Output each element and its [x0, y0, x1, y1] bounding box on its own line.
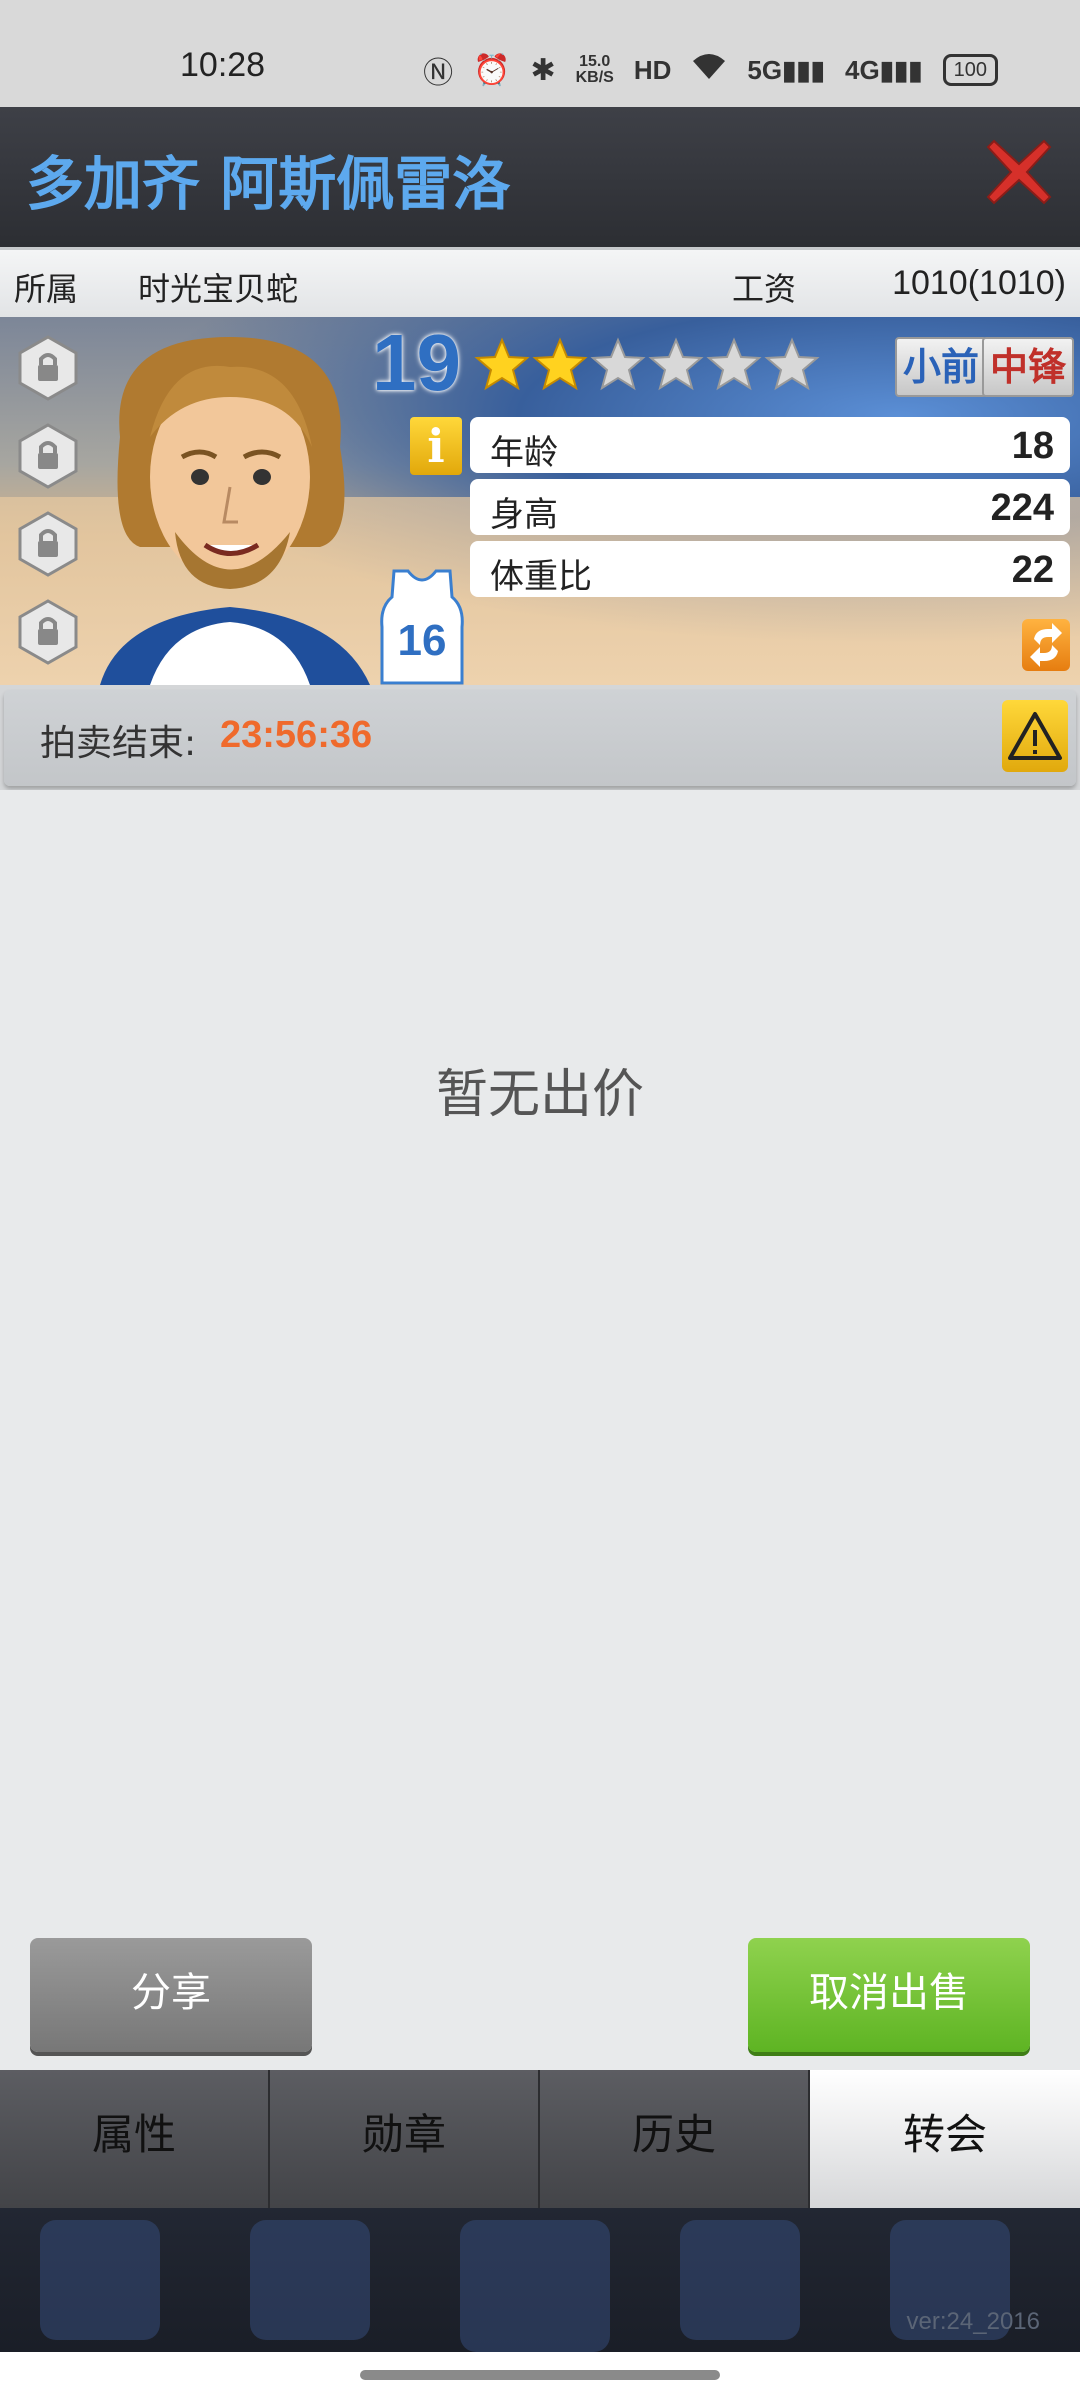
tab-medals[interactable]: 勋章 — [270, 2070, 540, 2208]
stat-value: 224 — [990, 487, 1054, 529]
auction-countdown: 23:56:36 — [220, 714, 373, 756]
net-speed-unit: KB/S — [575, 69, 614, 86]
stat-label: 身高 — [490, 495, 558, 535]
info-icon: i — [427, 419, 445, 473]
version-label: ver:24_2016 — [906, 2308, 1040, 2335]
star-empty-icon — [764, 337, 820, 391]
refresh-icon — [1030, 623, 1062, 667]
no-bids-text: 暂无出价 — [435, 1065, 644, 1125]
warning-icon — [1008, 712, 1062, 760]
battery-icon: 100 — [942, 54, 998, 86]
star-empty-icon — [706, 337, 762, 391]
tab-attributes[interactable]: 属性 — [0, 2070, 270, 2208]
detail-tabs: 属性 勋章 历史 转会 — [0, 2070, 1080, 2208]
home-indicator[interactable] — [360, 2370, 720, 2380]
net-speed-value: 15.0 — [579, 53, 611, 70]
cancel-sale-button[interactable]: 取消出售 — [748, 1938, 1030, 2052]
stat-value: 22 — [1011, 549, 1054, 591]
star-rating — [474, 337, 820, 393]
stat-weight-ratio: 体重比 22 — [470, 541, 1070, 597]
stat-label: 体重比 — [490, 557, 592, 597]
lock-icon[interactable] — [16, 511, 80, 577]
team-label: 所属 — [14, 270, 79, 308]
status-bar: 10:28 Ⓝ ⏰ ✱ 15.0 KB/S HD 5G▮▮▮ 4G▮▮▮ 100 — [0, 0, 1080, 107]
title-bar: 多加齐 阿斯佩雷洛 — [0, 107, 1080, 247]
nav-ghost-icon — [460, 2220, 610, 2352]
jersey-icon: 16 — [380, 569, 464, 685]
bluetooth-icon: ✱ — [530, 52, 556, 88]
share-button[interactable]: 分享 — [30, 1938, 312, 2052]
stat-label: 年龄 — [490, 433, 558, 473]
tab-transfer[interactable]: 转会 — [810, 2070, 1080, 2208]
auction-status-bar: 拍卖结束: 23:56:36 — [4, 690, 1076, 786]
nav-ghost-icon — [680, 2220, 800, 2340]
tab-history[interactable]: 历史 — [540, 2070, 810, 2208]
team-value: 时光宝贝蛇 — [138, 270, 299, 308]
position-badge-c: 中锋 — [982, 337, 1075, 397]
alarm-icon: ⏰ — [473, 52, 511, 88]
net-speed: 15.0 KB/S — [576, 54, 614, 86]
jersey-number: 16 — [398, 616, 447, 665]
star-empty-icon — [648, 337, 704, 391]
player-card: 16 19 小前 中锋 i 年龄 18 身高 224 体重比 22 — [0, 317, 1080, 685]
player-avatar — [100, 337, 370, 685]
gesture-bar — [0, 2352, 1080, 2400]
nfc-icon: Ⓝ — [423, 56, 454, 91]
player-info-row: 所属 时光宝贝蛇 工资 1010(1010) — [0, 247, 1080, 317]
lock-icon[interactable] — [16, 423, 80, 489]
close-button[interactable] — [984, 137, 1054, 207]
position-badge-sf: 小前 — [895, 337, 988, 397]
main-nav-background: ver:24_2016 — [0, 2208, 1080, 2352]
status-time: 10:28 — [180, 46, 266, 84]
nav-ghost-icon — [250, 2220, 370, 2340]
stat-age: 年龄 18 — [470, 417, 1070, 473]
auction-end-label: 拍卖结束: — [40, 723, 197, 764]
skill-slots — [16, 335, 80, 665]
stat-value: 18 — [1011, 425, 1054, 467]
star-filled-icon — [474, 337, 530, 391]
signal-5g-label: 5G — [747, 54, 783, 85]
lock-icon[interactable] — [16, 599, 80, 665]
lock-icon[interactable] — [16, 335, 80, 401]
nav-ghost-icon — [40, 2220, 160, 2340]
signal-4g-icon: 4G▮▮▮ — [845, 54, 923, 85]
hd-icon: HD — [633, 54, 672, 85]
salary-label: 工资 — [732, 270, 797, 308]
report-button[interactable] — [1002, 700, 1068, 772]
star-filled-icon — [532, 337, 588, 391]
signal-4g-label: 4G — [845, 54, 880, 85]
bids-panel: 暂无出价 分享 取消出售 — [0, 790, 1080, 2070]
status-icons: Ⓝ ⏰ ✱ 15.0 KB/S HD 5G▮▮▮ 4G▮▮▮ 100 — [423, 48, 998, 92]
wifi-icon — [691, 51, 727, 89]
salary-value: 1010(1010) — [892, 264, 1066, 302]
close-icon — [986, 139, 1052, 205]
player-level: 19 — [372, 318, 461, 407]
signal-5g-icon: 5G▮▮▮ — [747, 54, 825, 85]
star-empty-icon — [590, 337, 646, 391]
player-name-title: 多加齐 阿斯佩雷洛 — [26, 150, 511, 218]
refresh-button[interactable] — [1022, 619, 1070, 671]
info-button[interactable]: i — [410, 417, 462, 475]
stat-height: 身高 224 — [470, 479, 1070, 535]
